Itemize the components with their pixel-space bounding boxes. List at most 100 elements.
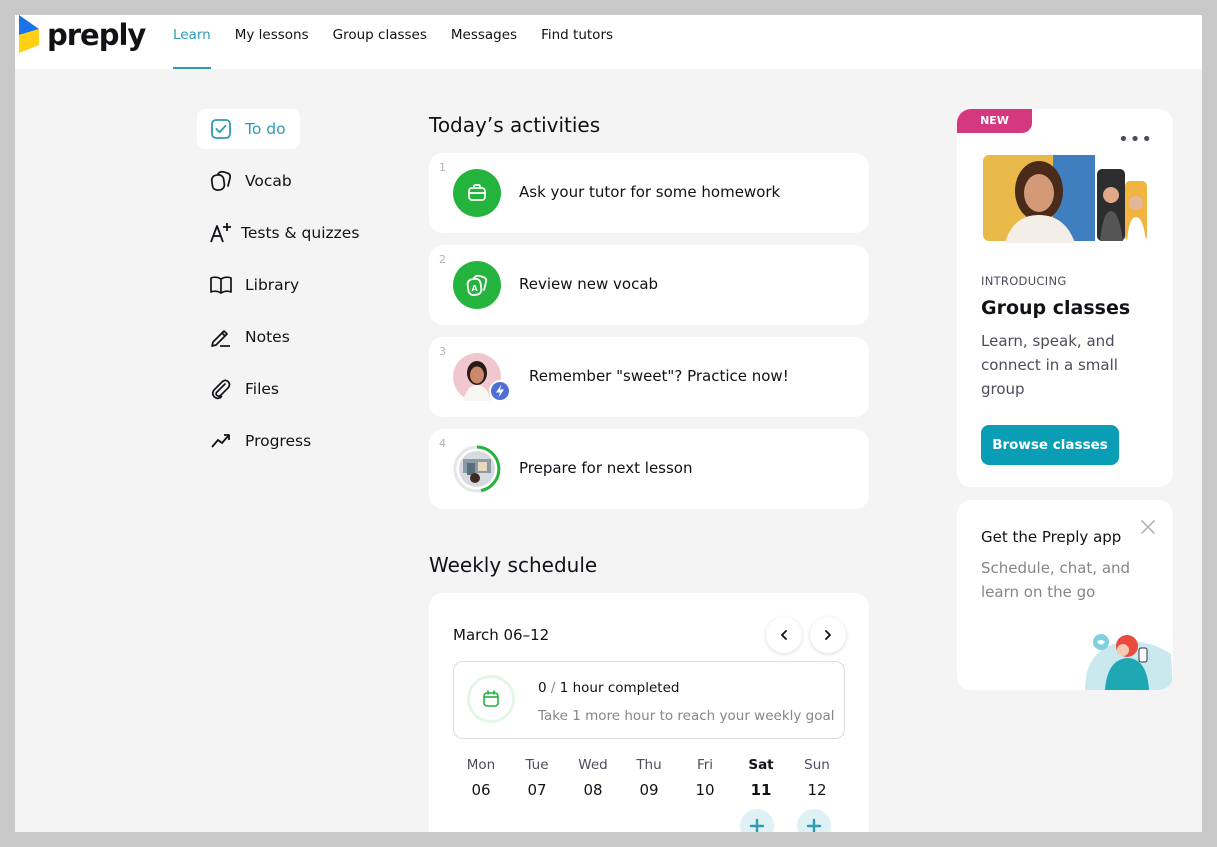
day-mon[interactable]: Mon 06 <box>453 757 509 799</box>
day-thu[interactable]: Thu 09 <box>621 757 677 799</box>
lesson-progress-avatar <box>453 445 501 493</box>
day-number: 07 <box>527 781 547 799</box>
day-sun[interactable]: Sun 12 <box>789 757 845 799</box>
sidebar-item-label: Vocab <box>245 172 292 190</box>
book-icon <box>209 273 233 297</box>
chevron-right-icon <box>825 630 831 640</box>
new-badge: NEW <box>957 109 1032 133</box>
weekly-goal-progress: 0 / 1 hour completed <box>538 680 679 696</box>
top-navigation: preply Learn My lessons Group classes Me… <box>15 15 1202 69</box>
group-class-illustration <box>983 155 1147 243</box>
sidebar-item-label: Progress <box>245 432 312 450</box>
day-name: Sun <box>804 757 830 773</box>
get-app-card: Get the Preply app Schedule, chat, and l… <box>957 500 1173 690</box>
prev-week-button[interactable] <box>766 617 802 653</box>
activity-text: Review new vocab <box>519 275 659 293</box>
activity-text: Prepare for next lesson <box>519 459 693 477</box>
nav-messages[interactable]: Messages <box>451 15 517 69</box>
grade-a-plus-icon <box>209 221 233 245</box>
activity-card-prepare[interactable]: 4 Prepare for next lesson <box>429 429 869 509</box>
day-number: 12 <box>807 781 827 799</box>
sidebar-item-notes[interactable]: Notes <box>197 317 387 357</box>
pencil-icon <box>209 325 233 349</box>
nav-group-classes[interactable]: Group classes <box>333 15 427 69</box>
main-nav: Learn My lessons Group classes Messages … <box>173 15 637 69</box>
day-tue[interactable]: Tue 07 <box>509 757 565 799</box>
day-wed[interactable]: Wed 08 <box>565 757 621 799</box>
sidebar-item-files[interactable]: Files <box>197 369 387 409</box>
next-week-button[interactable] <box>810 617 846 653</box>
activity-card-practice[interactable]: 3 Remember "sweet"? Practice now! <box>429 337 869 417</box>
brand-name: preply <box>47 18 146 52</box>
chevron-left-icon <box>781 630 787 640</box>
vocab-cards-icon: A <box>453 261 501 309</box>
schedule-date-range: March 06–12 <box>453 626 550 644</box>
app-card-title: Get the Preply app <box>981 528 1122 546</box>
goal-separator: / <box>546 680 560 696</box>
goal-hours-done: 0 <box>538 680 547 696</box>
nav-my-lessons[interactable]: My lessons <box>235 15 309 69</box>
activity-number: 3 <box>439 345 446 358</box>
promo-description: Learn, speak, and connect in a small gro… <box>981 332 1118 398</box>
day-number: 11 <box>750 781 772 799</box>
app-illustration <box>1085 634 1173 690</box>
vocab-cards-icon <box>209 169 233 193</box>
paperclip-icon <box>209 377 233 401</box>
activity-number: 1 <box>439 161 446 174</box>
activity-text: Ask your tutor for some homework <box>519 183 781 201</box>
more-options-icon[interactable]: ••• <box>1118 129 1153 150</box>
day-name: Sat <box>748 757 774 773</box>
add-lesson-sat-button[interactable] <box>740 809 774 832</box>
day-number: 08 <box>583 781 603 799</box>
sidebar-item-progress[interactable]: Progress <box>197 421 387 461</box>
day-name: Tue <box>525 757 549 773</box>
day-name: Fri <box>696 757 714 773</box>
sidebar-item-to-do[interactable]: To do <box>197 109 300 149</box>
preply-logo-icon <box>19 15 39 53</box>
browse-classes-button[interactable]: Browse classes <box>981 425 1119 465</box>
calendar-icon <box>467 675 515 723</box>
activity-card-homework[interactable]: 1 Ask your tutor for some homework <box>429 153 869 233</box>
plus-icon <box>806 818 822 832</box>
goal-hours-total: 1 hour completed <box>559 680 680 696</box>
day-fri[interactable]: Fri 10 <box>677 757 733 799</box>
weekly-goal-hint: Take 1 more hour to reach your weekly go… <box>538 708 835 724</box>
close-icon[interactable] <box>1139 518 1157 536</box>
day-number: 10 <box>695 781 715 799</box>
briefcase-icon <box>453 169 501 217</box>
promo-title: Group classes <box>981 297 1131 319</box>
day-name: Mon <box>466 757 496 773</box>
preply-logo[interactable]: preply <box>19 15 146 55</box>
activity-card-vocab[interactable]: 2 A Review new vocab <box>429 245 869 325</box>
day-number: 06 <box>471 781 491 799</box>
sidebar-item-label: Library <box>245 276 300 294</box>
day-name: Wed <box>578 757 608 773</box>
learn-sidebar: To do Vocab Tests & quizzes Library Note… <box>197 109 387 473</box>
add-lesson-sun-button[interactable] <box>797 809 831 832</box>
activity-number: 4 <box>439 437 446 450</box>
day-sat[interactable]: Sat 11 <box>733 757 789 799</box>
sidebar-item-label: Notes <box>245 328 290 346</box>
sidebar-item-library[interactable]: Library <box>197 265 387 305</box>
app-frame: preply Learn My lessons Group classes Me… <box>15 15 1202 832</box>
sidebar-item-label: Tests & quizzes <box>241 224 360 242</box>
activity-number: 2 <box>439 253 446 266</box>
sidebar-item-label: To do <box>245 120 286 138</box>
activities-title: Today’s activities <box>429 113 601 137</box>
sidebar-item-tests-quizzes[interactable]: Tests & quizzes <box>197 213 387 253</box>
trend-up-icon <box>209 429 233 453</box>
promo-kicker: INTRODUCING <box>981 274 1067 288</box>
sidebar-item-vocab[interactable]: Vocab <box>197 161 387 201</box>
svg-text:A: A <box>472 284 479 293</box>
sidebar-item-label: Files <box>245 380 280 398</box>
group-classes-promo-card: NEW ••• INTRODUCING Group classes Learn,… <box>957 109 1173 487</box>
nav-find-tutors[interactable]: Find tutors <box>541 15 613 69</box>
day-name: Thu <box>636 757 662 773</box>
day-number: 09 <box>639 781 659 799</box>
nav-learn[interactable]: Learn <box>173 15 211 69</box>
tutor-avatar <box>453 353 511 402</box>
app-card-description: Schedule, chat, and learn on the go <box>981 559 1131 601</box>
plus-icon <box>749 818 765 832</box>
weekly-goal-box: 0 / 1 hour completed Take 1 more hour to… <box>453 661 845 739</box>
schedule-title: Weekly schedule <box>429 553 598 577</box>
